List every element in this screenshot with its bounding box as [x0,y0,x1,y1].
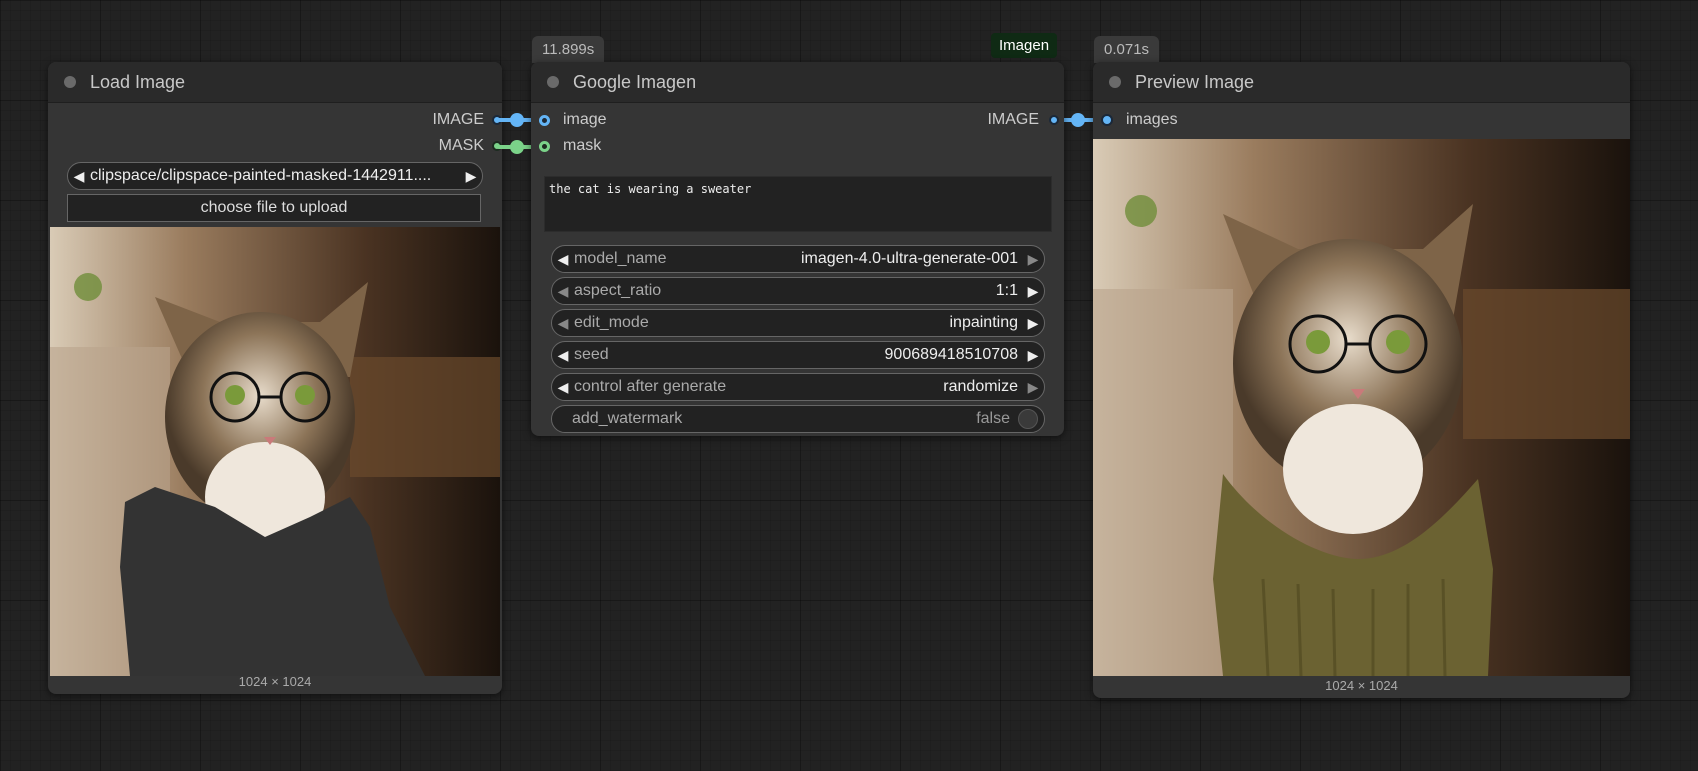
arrow-left-icon[interactable]: ◀ [552,347,574,364]
link-midpoint-icon[interactable] [510,140,524,154]
widget-value: false [976,410,1010,427]
control-after-generate-widget[interactable]: ◀ control after generate randomize ▶ [551,373,1045,401]
load-image-node[interactable]: Load Image IMAGE MASK ◀ clipspace/clipsp… [48,62,502,694]
slot-label: mask [563,137,602,154]
status-dot-icon [547,76,559,88]
arrow-left-icon[interactable]: ◀ [68,168,90,185]
widget-label: seed [574,346,609,363]
widget-label: add_watermark [572,410,683,427]
slot-label: IMAGE [987,111,1039,128]
image-size-label: 1024 × 1024 [1325,678,1398,693]
input-slot-images[interactable]: images [1101,111,1178,129]
widget-label: edit_mode [574,314,649,331]
arrow-left-icon[interactable]: ◀ [552,283,574,300]
status-dot-icon [1109,76,1121,88]
google-imagen-node[interactable]: Google Imagen image mask IMAGE the cat i… [531,62,1064,436]
node-title: Preview Image [1135,71,1255,92]
arrow-left-icon[interactable]: ◀ [552,251,574,268]
widget-label: model_name [574,250,667,267]
slot-label: image [563,111,607,128]
arrow-right-icon[interactable]: ▶ [1022,379,1044,396]
seed-widget[interactable]: ◀ seed 900689418510708 ▶ [551,341,1045,369]
execution-time-badge: 11.899s [532,36,605,63]
arrow-right-icon[interactable]: ▶ [1022,251,1044,268]
node-title: Load Image [90,71,186,92]
input-dot-icon[interactable] [539,114,550,126]
widget-value: 900689418510708 [884,346,1018,363]
aspect-ratio-widget[interactable]: ◀ aspect_ratio 1:1 ▶ [551,277,1045,305]
image-preview [1093,139,1630,676]
input-slot-image[interactable]: image [539,111,607,129]
widget-value: 1:1 [995,282,1018,299]
arrow-right-icon[interactable]: ▶ [1022,283,1044,300]
arrow-right-icon[interactable]: ▶ [1022,315,1044,332]
upload-button[interactable]: choose file to upload [67,194,481,222]
output-slot-image[interactable]: IMAGE [987,111,1059,129]
preview-image-node[interactable]: Preview Image images 1024 × 1024 [1093,62,1630,698]
node-header[interactable]: Load Image [48,62,502,103]
arrow-right-icon[interactable]: ▶ [460,168,482,185]
status-dot-icon [64,76,76,88]
node-header[interactable]: Google Imagen [531,62,1064,103]
output-slot-image[interactable]: IMAGE [432,111,502,129]
slot-label: MASK [438,137,484,154]
toggle-icon[interactable] [1018,409,1038,429]
widget-value: randomize [943,378,1018,395]
edit-mode-widget[interactable]: ◀ edit_mode inpainting ▶ [551,309,1045,337]
arrow-right-icon[interactable]: ▶ [1022,347,1044,364]
widget-label: aspect_ratio [574,282,662,299]
widget-value: imagen-4.0-ultra-generate-001 [800,250,1018,267]
image-size-label: 1024 × 1024 [238,674,312,689]
widget-value: inpainting [949,314,1019,331]
node-header[interactable]: Preview Image [1093,62,1630,103]
output-dot-icon[interactable] [1049,115,1059,125]
image-file-combo[interactable]: ◀ clipspace/clipspace-painted-masked-144… [67,162,483,190]
input-dot-icon[interactable] [539,140,550,152]
model-name-widget[interactable]: ◀ model_name imagen-4.0-ultra-generate-0… [551,245,1045,273]
slot-label: images [1126,111,1178,128]
output-slot-mask[interactable]: MASK [439,137,502,155]
image-file-value: clipspace/clipspace-painted-masked-14429… [90,167,432,184]
add-watermark-toggle[interactable]: add_watermark false [551,405,1045,433]
link-midpoint-icon[interactable] [510,113,524,127]
node-title: Google Imagen [573,71,697,92]
arrow-left-icon[interactable]: ◀ [552,379,574,396]
widget-label: control after generate [574,378,727,395]
arrow-left-icon[interactable]: ◀ [552,315,574,332]
link-midpoint-icon[interactable] [1071,113,1085,127]
prompt-textarea[interactable]: the cat is wearing a sweater [544,176,1052,232]
input-slot-mask[interactable]: mask [539,137,601,155]
input-dot-icon[interactable] [1101,114,1113,126]
executing-node-badge: Imagen [991,33,1058,58]
execution-time-badge: 0.071s [1094,36,1160,63]
slot-label: IMAGE [432,111,484,128]
image-preview [50,227,500,676]
